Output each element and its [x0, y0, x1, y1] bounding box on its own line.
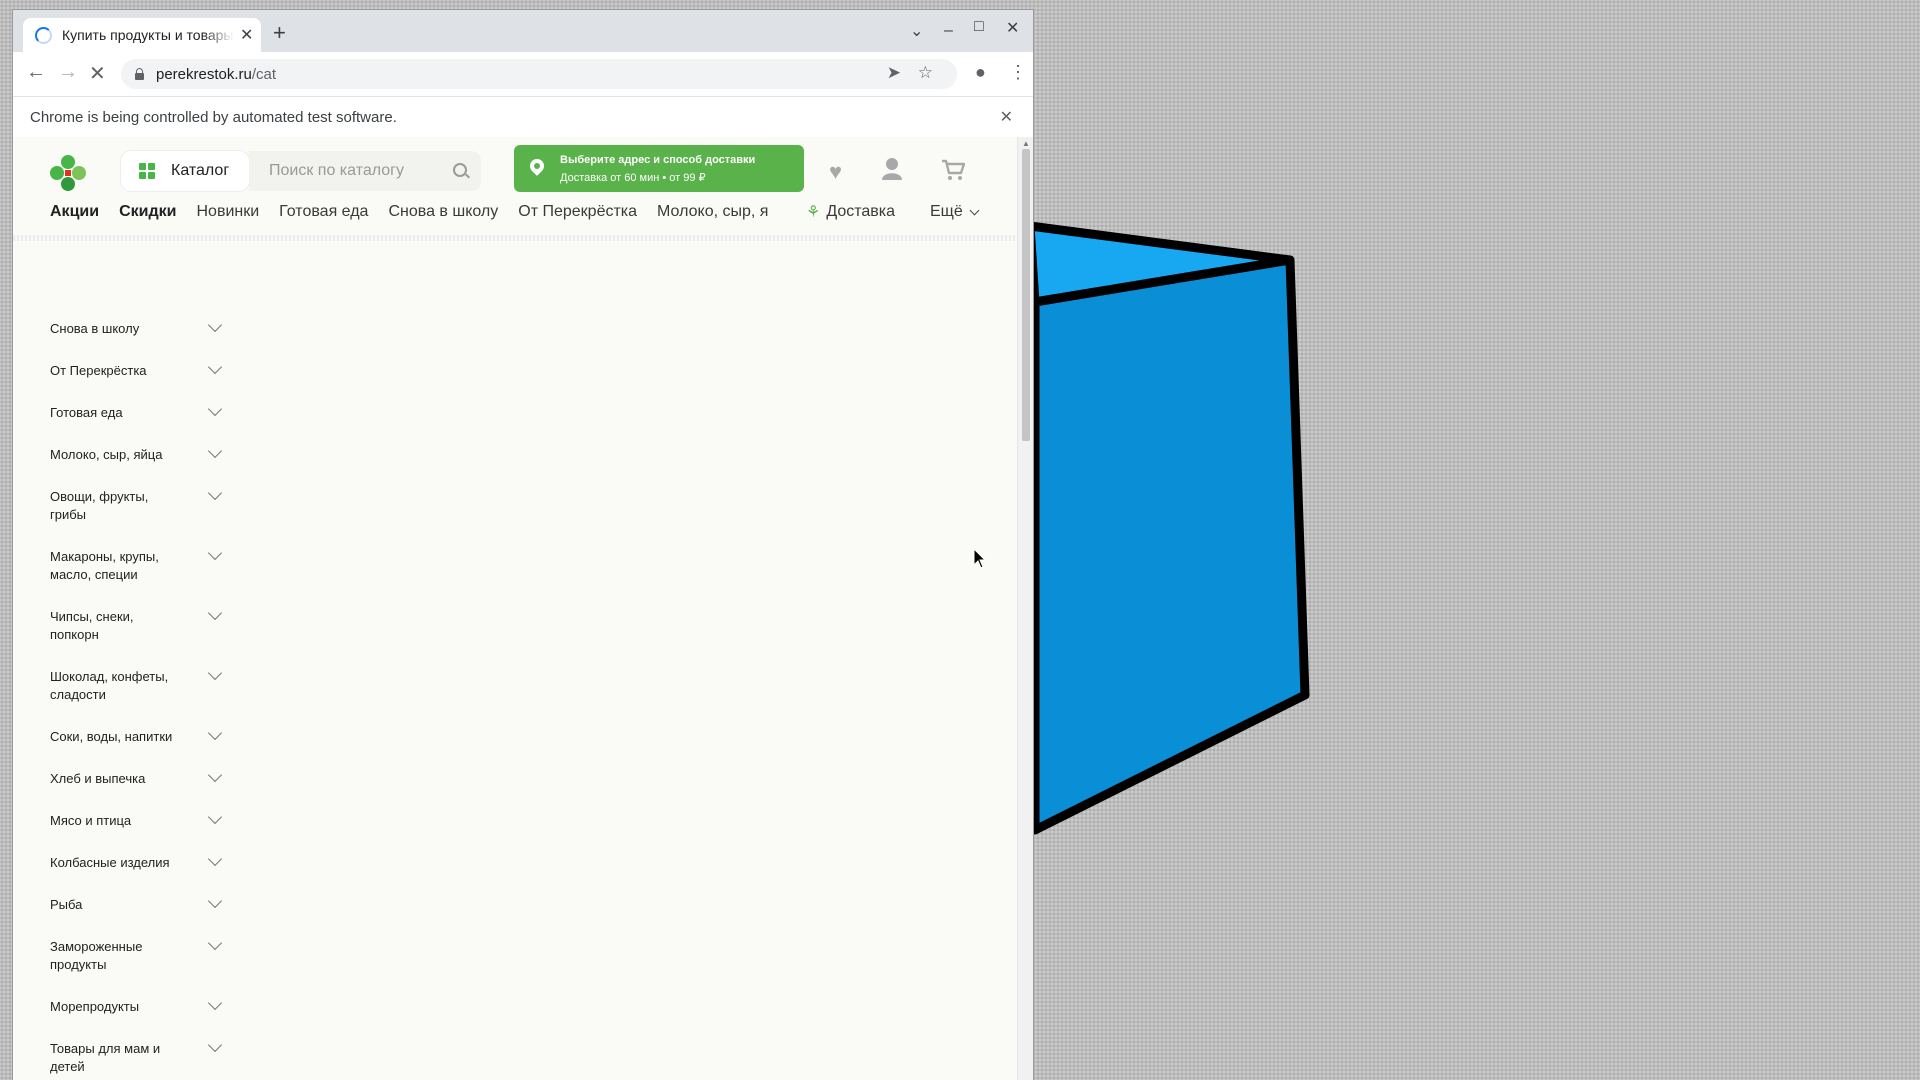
- chevron-down-icon[interactable]: [207, 359, 223, 375]
- bookmark-star-icon[interactable]: ☆: [918, 63, 933, 83]
- chevron-down-icon[interactable]: [207, 935, 223, 951]
- chevron-down-icon[interactable]: [207, 545, 223, 561]
- chevron-down-icon[interactable]: [207, 665, 223, 681]
- delivery-cta-title: Выберите адрес и способ доставки: [560, 154, 756, 166]
- profile-avatar-icon[interactable]: ●: [975, 62, 986, 83]
- new-tab-button[interactable]: +: [273, 20, 286, 46]
- nav-more-label: Ещё: [930, 203, 963, 220]
- infobar-close-icon[interactable]: ✕: [1000, 107, 1013, 127]
- automation-infobar: Chrome is being controlled by automated …: [13, 96, 1033, 138]
- chevron-down-icon[interactable]: [207, 851, 223, 867]
- chevron-down-icon[interactable]: [207, 809, 223, 825]
- category-item[interactable]: Шоколад, конфеты, сладости: [50, 665, 230, 704]
- browser-menu-icon[interactable]: ⋮: [1009, 62, 1027, 83]
- cart-icon[interactable]: [941, 159, 965, 181]
- loading-spinner-icon: [35, 26, 52, 44]
- page-scrollbar[interactable]: ▲: [1017, 137, 1033, 1080]
- mouse-cursor-icon: [973, 548, 987, 569]
- window-close-icon[interactable]: ✕: [1006, 18, 1019, 38]
- page-viewport: Каталог Поиск по каталогу Выберите адрес…: [13, 137, 1017, 1080]
- minimize-icon[interactable]: –: [944, 22, 953, 40]
- maximize-icon[interactable]: □: [974, 18, 984, 36]
- search-icon[interactable]: [453, 163, 467, 177]
- lock-icon: [135, 67, 144, 80]
- header-divider: [13, 235, 1017, 241]
- nav-delivery[interactable]: ⚘ Доставка: [806, 197, 895, 227]
- category-item[interactable]: Рыба: [50, 893, 230, 914]
- category-item[interactable]: Морепродукты: [50, 995, 230, 1016]
- scroll-up-arrow-icon[interactable]: ▲: [1022, 139, 1030, 148]
- category-item[interactable]: Готовая еда: [50, 401, 230, 422]
- back-arrow-icon[interactable]: ←: [26, 61, 46, 84]
- browser-toolbar: ← → ✕ perekrestok.ru/cat ➤ ☆ ● ⋮: [13, 52, 1033, 96]
- catalog-label: Каталог: [171, 162, 230, 179]
- scrollbar-thumb[interactable]: [1022, 149, 1030, 441]
- nav-discounts[interactable]: Скидки: [119, 203, 176, 221]
- send-tab-icon[interactable]: ➤: [887, 63, 901, 83]
- category-sidebar: Снова в школу От Перекрёстка Готовая еда…: [50, 317, 230, 1076]
- chevron-down-icon[interactable]: [207, 1037, 223, 1053]
- nav-promotions[interactable]: Акции: [50, 203, 99, 221]
- chevron-down-icon[interactable]: [207, 725, 223, 741]
- nav-new[interactable]: Новинки: [196, 203, 259, 221]
- chevron-down-icon[interactable]: [207, 605, 223, 621]
- top-navigation: Акции Скидки Новинки Готовая еда Снова в…: [50, 197, 788, 227]
- courier-icon: ⚘: [806, 204, 821, 221]
- category-item[interactable]: Снова в школу: [50, 317, 230, 338]
- category-item[interactable]: Хлеб и выпечка: [50, 767, 230, 788]
- tab-title: Купить продукты и товары: [62, 27, 234, 43]
- catalog-grid-icon: [139, 163, 155, 179]
- infobar-message: Chrome is being controlled by automated …: [30, 108, 397, 126]
- nav-own-brand[interactable]: От Перекрёстка: [518, 203, 637, 221]
- category-item[interactable]: Мясо и птица: [50, 809, 230, 830]
- category-item[interactable]: От Перекрёстка: [50, 359, 230, 380]
- user-profile-icon[interactable]: [881, 157, 903, 181]
- delivery-address-button[interactable]: Выберите адрес и способ доставки Доставк…: [514, 145, 804, 192]
- location-pin-icon: [527, 156, 547, 176]
- chevron-down-icon[interactable]: [207, 401, 223, 417]
- chevron-down-icon[interactable]: [207, 443, 223, 459]
- chevron-down-icon[interactable]: [207, 893, 223, 909]
- category-item[interactable]: Замороженные продукты: [50, 935, 230, 974]
- category-item[interactable]: Колбасные изделия: [50, 851, 230, 872]
- tab-search-chevron-icon[interactable]: ⌄: [910, 21, 923, 41]
- catalog-button[interactable]: Каталог: [121, 151, 249, 191]
- address-bar[interactable]: perekrestok.ru/cat ➤ ☆: [121, 59, 957, 89]
- tab-strip: Купить продукты и товары ✕ + ⌄ – □ ✕: [13, 10, 1033, 52]
- active-tab[interactable]: Купить продукты и товары ✕: [23, 18, 261, 52]
- nav-delivery-label: Доставка: [826, 203, 896, 220]
- nav-more-dropdown[interactable]: Ещё: [930, 197, 980, 227]
- forward-arrow-icon[interactable]: →: [58, 61, 78, 84]
- category-item[interactable]: Товары для мам и детей: [50, 1037, 230, 1076]
- category-item[interactable]: Молоко, сыр, яйца: [50, 443, 230, 464]
- chevron-down-icon[interactable]: [207, 995, 223, 1011]
- category-item[interactable]: Соки, воды, напитки: [50, 725, 230, 746]
- chevron-down-icon: [969, 205, 980, 215]
- browser-window: Купить продукты и товары ✕ + ⌄ – □ ✕ ← →…: [13, 10, 1033, 1080]
- category-item[interactable]: Чипсы, снеки, попкорн: [50, 605, 230, 644]
- category-item[interactable]: Овощи, фрукты, грибы: [50, 485, 230, 524]
- nav-back-to-school[interactable]: Снова в школу: [388, 203, 498, 221]
- catalog-search-input[interactable]: Поиск по каталогу: [249, 151, 481, 191]
- tab-close-icon[interactable]: ✕: [240, 25, 253, 45]
- nav-ready-food[interactable]: Готовая еда: [279, 203, 368, 221]
- url-text[interactable]: perekrestok.ru/cat: [156, 66, 276, 83]
- delivery-cta-subtitle: Доставка от 60 мин • от 99 ₽: [560, 172, 706, 184]
- category-item[interactable]: Макароны, крупы, масло, специи: [50, 545, 230, 584]
- nav-dairy[interactable]: Молоко, сыр, я: [657, 203, 768, 221]
- favorites-heart-icon[interactable]: ♥: [829, 159, 842, 185]
- chevron-down-icon[interactable]: [207, 767, 223, 783]
- perekrestok-logo-icon[interactable]: [48, 153, 88, 193]
- stop-loading-icon[interactable]: ✕: [89, 61, 106, 86]
- search-placeholder: Поиск по каталогу: [269, 162, 404, 179]
- chevron-down-icon[interactable]: [207, 317, 223, 333]
- chevron-down-icon[interactable]: [207, 485, 223, 501]
